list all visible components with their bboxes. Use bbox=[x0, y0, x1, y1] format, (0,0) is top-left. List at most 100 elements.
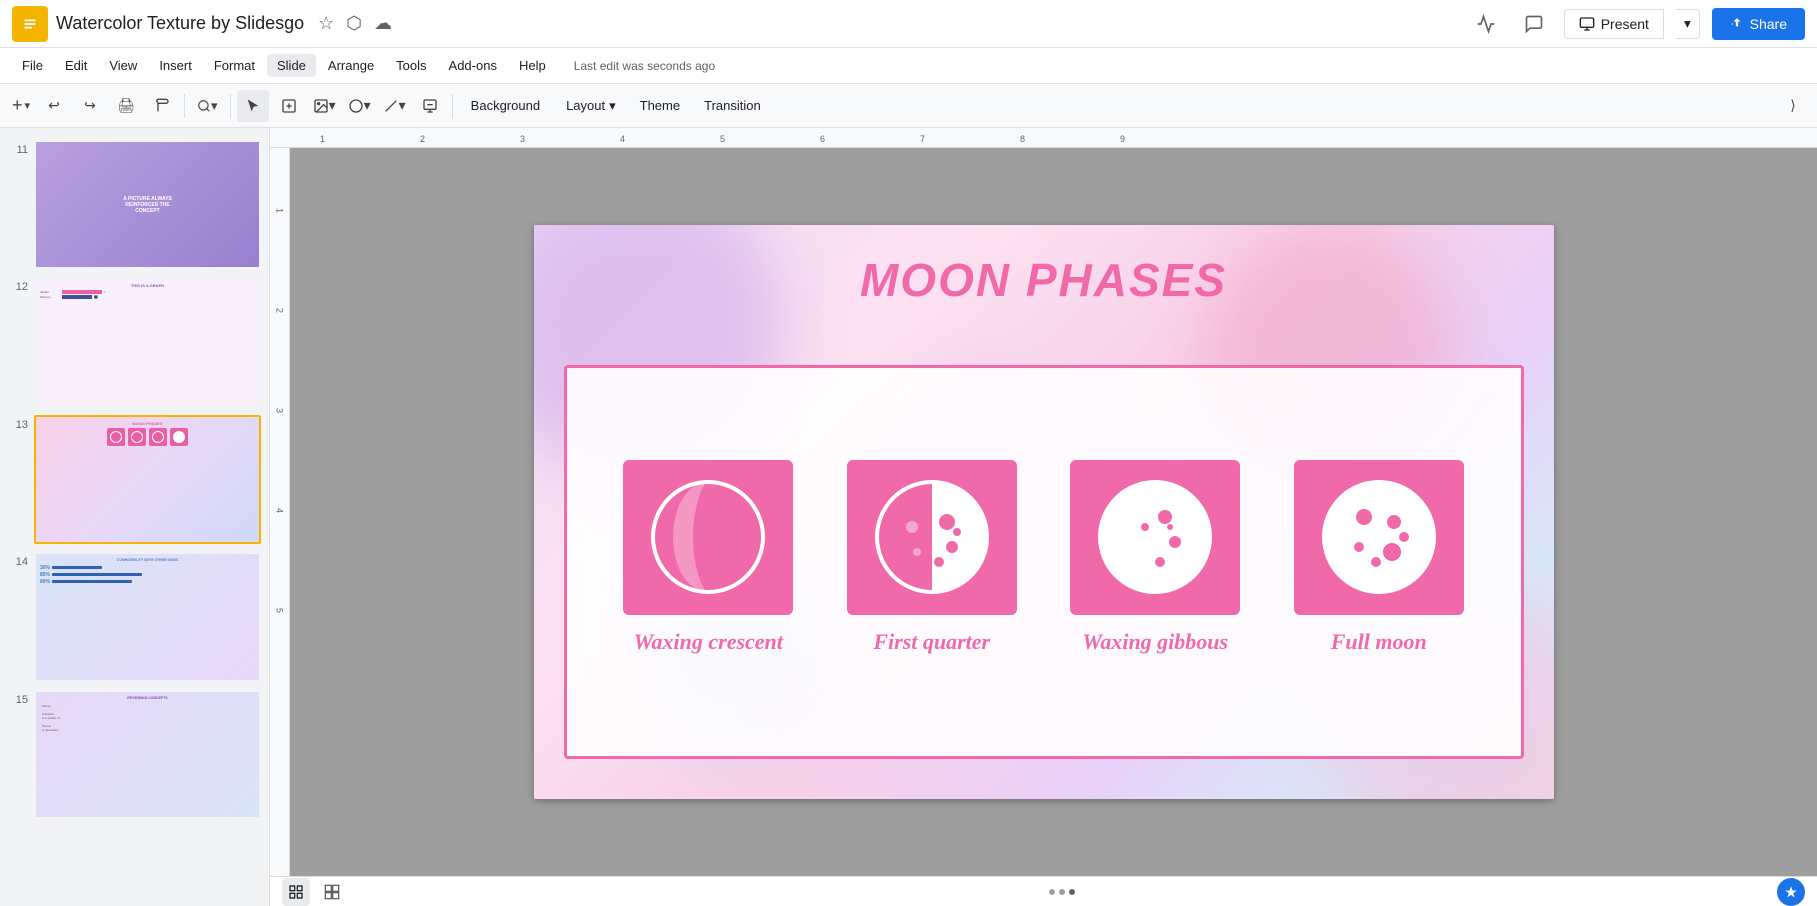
paint-format-button[interactable] bbox=[146, 90, 178, 122]
nav-dot-2[interactable] bbox=[1059, 889, 1065, 895]
cursor-button[interactable] bbox=[237, 90, 269, 122]
slide-num-15: 15 bbox=[8, 690, 28, 706]
moon-item-waxing-crescent: Waxing crescent bbox=[623, 460, 793, 655]
print-button[interactable]: 🖨 bbox=[110, 90, 142, 122]
app-icon bbox=[12, 6, 48, 42]
layout-button[interactable]: Layout▾ bbox=[556, 90, 626, 122]
toolbar: +▾ ↩ ↪ 🖨 ▾ ▾ ▾ ▾ Background Layout▾ bbox=[0, 84, 1817, 128]
menu-tools[interactable]: Tools bbox=[386, 54, 436, 77]
slide-thumb-11[interactable]: 11 A PICTURE ALWAYSREINFORCES THECONCEPT bbox=[0, 136, 269, 273]
grid-view-btn[interactable] bbox=[318, 878, 346, 906]
slide-num-13: 13 bbox=[8, 415, 28, 431]
divider-3 bbox=[452, 94, 453, 118]
transition-button[interactable]: Transition bbox=[694, 90, 771, 122]
moon-item-waxing-gibbous: Waxing gibbous bbox=[1070, 460, 1240, 655]
top-bar: Watercolor Texture by Slidesgo ☆ ⬡ ☁ Pre… bbox=[0, 0, 1817, 48]
menu-view[interactable]: View bbox=[99, 54, 147, 77]
ruler-top: 1 2 3 4 5 6 7 8 9 bbox=[270, 128, 1817, 148]
share-button[interactable]: Share bbox=[1712, 8, 1805, 40]
right-controls: Present ▾ Share bbox=[1468, 6, 1805, 42]
slide-title: MOON PHASES bbox=[860, 253, 1227, 307]
view-controls bbox=[282, 878, 346, 906]
slide-img-15[interactable]: REVIEWING CONCEPTS PlacesAquariusis a zo… bbox=[34, 690, 261, 819]
slide-inner-14: COMPATIBILITY WITH OTHER SIGNS 30% 85% 8… bbox=[36, 554, 259, 679]
redo-button[interactable]: ↪ bbox=[74, 90, 106, 122]
slide-img-12[interactable]: THIS IS A GRAPH Jupiter● Mercury⬛ bbox=[34, 277, 261, 406]
main-area: 11 A PICTURE ALWAYSREINFORCES THECONCEPT… bbox=[0, 128, 1817, 906]
slide-inner-15: REVIEWING CONCEPTS PlacesAquariusis a zo… bbox=[36, 692, 259, 817]
slide-inner-12: THIS IS A GRAPH Jupiter● Mercury⬛ bbox=[36, 279, 259, 404]
slide-nav-dots bbox=[1049, 889, 1075, 895]
slide13-moons bbox=[107, 428, 188, 446]
present-button[interactable]: Present bbox=[1564, 9, 1664, 39]
comment-insert-button[interactable] bbox=[414, 90, 446, 122]
slide15-title: REVIEWING CONCEPTS bbox=[40, 696, 255, 700]
nav-dot-1[interactable] bbox=[1049, 889, 1055, 895]
moon-label-3: Waxing gibbous bbox=[1082, 629, 1228, 655]
menu-edit[interactable]: Edit bbox=[55, 54, 97, 77]
moon-svg-2 bbox=[867, 472, 997, 602]
add-button[interactable]: +▾ bbox=[8, 90, 34, 122]
bottom-bar bbox=[270, 876, 1817, 906]
ai-assist-button[interactable] bbox=[1777, 878, 1805, 906]
folder-icon[interactable]: ⬡ bbox=[346, 13, 362, 34]
theme-button[interactable]: Theme bbox=[630, 90, 690, 122]
slide-num-11: 11 bbox=[8, 140, 28, 156]
undo-button[interactable]: ↩ bbox=[38, 90, 70, 122]
expand-right-button[interactable]: ⟩ bbox=[1777, 90, 1809, 122]
moon-item-full-moon: Full moon bbox=[1294, 460, 1464, 655]
zoom-button[interactable]: ▾ bbox=[191, 90, 224, 122]
comment-icon[interactable] bbox=[1516, 6, 1552, 42]
layout-label: Layout bbox=[566, 98, 605, 113]
cloud-icon[interactable]: ☁ bbox=[374, 13, 392, 34]
moon-label-4: Full moon bbox=[1331, 629, 1427, 655]
menu-slide[interactable]: Slide bbox=[267, 54, 316, 77]
main-slide[interactable]: MOON PHASES bbox=[534, 225, 1554, 799]
textbox-button[interactable] bbox=[273, 90, 305, 122]
menu-bar: File Edit View Insert Format Slide Arran… bbox=[0, 48, 1817, 84]
image-button[interactable]: ▾ bbox=[309, 90, 340, 122]
slide-img-14[interactable]: COMPATIBILITY WITH OTHER SIGNS 30% 85% 8… bbox=[34, 552, 261, 681]
slide-thumb-13[interactable]: 13 MOON PHASES bbox=[0, 411, 269, 548]
shape-button[interactable]: ▾ bbox=[344, 90, 375, 122]
line-button[interactable]: ▾ bbox=[379, 90, 410, 122]
slide-canvas-wrapper[interactable]: 1 2 3 4 5 MOON PHASES bbox=[270, 148, 1817, 876]
content-box: Waxing crescent bbox=[564, 365, 1524, 759]
slide12-bars: Jupiter● Mercury⬛ bbox=[40, 290, 255, 400]
list-view-btn[interactable] bbox=[282, 878, 310, 906]
slides-panel: 11 A PICTURE ALWAYSREINFORCES THECONCEPT… bbox=[0, 128, 270, 906]
slide-thumb-14[interactable]: 14 COMPATIBILITY WITH OTHER SIGNS 30% 85… bbox=[0, 548, 269, 685]
slide-inner-13: MOON PHASES bbox=[36, 417, 259, 542]
present-label: Present bbox=[1601, 16, 1649, 32]
slide-num-14: 14 bbox=[8, 552, 28, 568]
slide12-title: THIS IS A GRAPH bbox=[40, 283, 255, 288]
slide-inner-11: A PICTURE ALWAYSREINFORCES THECONCEPT bbox=[36, 142, 259, 267]
present-dropdown[interactable]: ▾ bbox=[1676, 9, 1700, 39]
activity-icon[interactable] bbox=[1468, 6, 1504, 42]
menu-help[interactable]: Help bbox=[509, 54, 556, 77]
menu-arrange[interactable]: Arrange bbox=[318, 54, 384, 77]
menu-insert[interactable]: Insert bbox=[149, 54, 202, 77]
moon-item-first-quarter: First quarter bbox=[847, 460, 1017, 655]
slide-num-12: 12 bbox=[8, 277, 28, 293]
theme-label: Theme bbox=[640, 98, 680, 113]
moon-svg-4 bbox=[1314, 472, 1444, 602]
transition-label: Transition bbox=[704, 98, 761, 113]
moon-svg-3 bbox=[1090, 472, 1220, 602]
doc-title: Watercolor Texture by Slidesgo bbox=[56, 13, 304, 34]
moon-svg-1 bbox=[643, 472, 773, 602]
menu-format[interactable]: Format bbox=[204, 54, 265, 77]
star-icon[interactable]: ☆ bbox=[318, 13, 334, 34]
slide-img-11[interactable]: A PICTURE ALWAYSREINFORCES THECONCEPT bbox=[34, 140, 261, 269]
nav-dot-3[interactable] bbox=[1069, 889, 1075, 895]
menu-file[interactable]: File bbox=[12, 54, 53, 77]
slide-thumb-15[interactable]: 15 REVIEWING CONCEPTS PlacesAquariusis a… bbox=[0, 686, 269, 823]
slide-thumb-12[interactable]: 12 THIS IS A GRAPH Jupiter● Mercury⬛ bbox=[0, 273, 269, 410]
moon-box-3 bbox=[1070, 460, 1240, 615]
background-button[interactable]: Background bbox=[459, 90, 552, 122]
divider-2 bbox=[230, 94, 231, 118]
slide-img-13[interactable]: MOON PHASES bbox=[34, 415, 261, 544]
moon-label-1: Waxing crescent bbox=[634, 629, 783, 655]
menu-addons[interactable]: Add-ons bbox=[439, 54, 507, 77]
slide11-text: A PICTURE ALWAYSREINFORCES THECONCEPT bbox=[123, 196, 172, 214]
